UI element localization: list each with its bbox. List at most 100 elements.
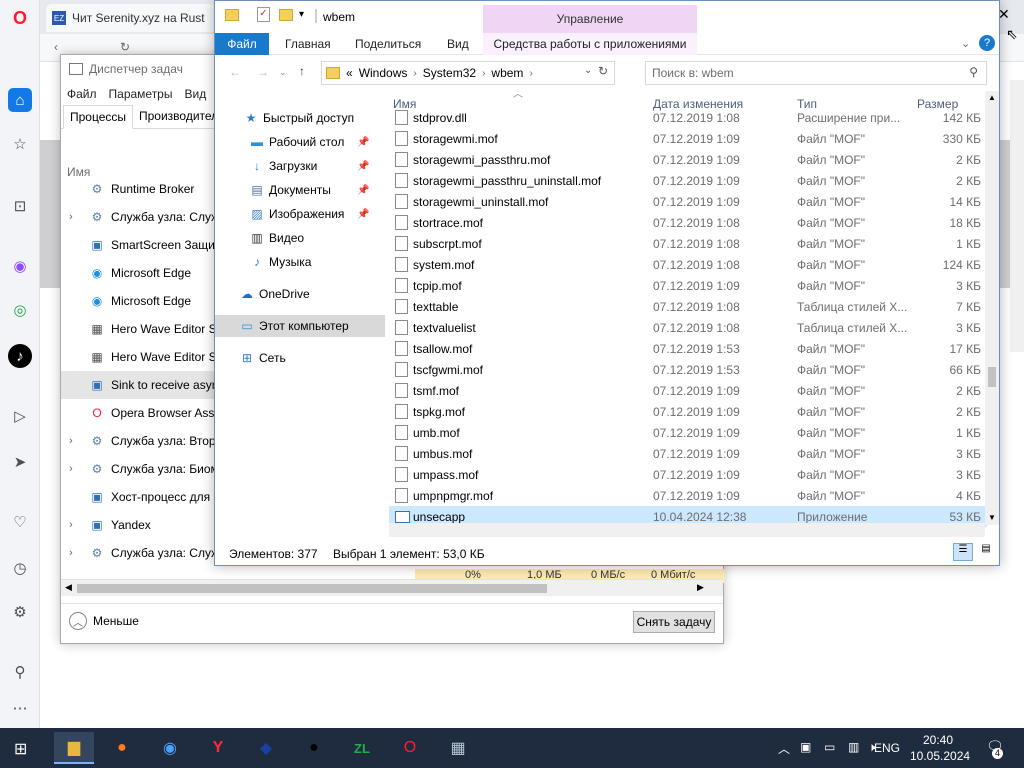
file-row[interactable]: storagewmi_passthru.mof 07.12.2019 1:09 Фа… bbox=[389, 149, 987, 170]
file-row[interactable]: tscfgwmi.mof 07.12.2019 1:53 Файл "MOF" 66 … bbox=[389, 359, 987, 380]
help-icon[interactable]: ? bbox=[979, 35, 995, 51]
reload-icon[interactable]: ↻ bbox=[120, 40, 130, 54]
scroll-down-icon[interactable]: ▼ bbox=[988, 513, 996, 522]
tm-menu-options[interactable]: Параметры bbox=[109, 87, 173, 101]
nav-item[interactable]: ♪ Музыка bbox=[215, 251, 385, 273]
whatsapp-icon[interactable]: ◎ bbox=[8, 298, 32, 322]
file-row[interactable]: storagewmi.mof 07.12.2019 1:09 Файл "MOF" 3… bbox=[389, 128, 987, 149]
start-windows-icon[interactable]: ⊞ bbox=[14, 739, 27, 759]
lightbulb-icon[interactable]: ⚲ bbox=[8, 660, 32, 684]
file-row[interactable]: subscrpt.mof 07.12.2019 1:08 Файл "MOF" 1 К… bbox=[389, 233, 987, 254]
breadcrumb-wbem[interactable]: wbem bbox=[491, 66, 523, 80]
network-icon[interactable]: ▥ bbox=[848, 740, 859, 754]
tm-scroll-thumb[interactable] bbox=[77, 584, 547, 593]
file-row[interactable]: umpnpmgr.mof 07.12.2019 1:09 Файл "MOF" 4 К… bbox=[389, 485, 987, 506]
file-row[interactable]: system.mof 07.12.2019 1:08 Файл "MOF" 124 К… bbox=[389, 254, 987, 275]
new-folder-icon[interactable] bbox=[279, 9, 293, 21]
nav-item[interactable]: ⊞ Сеть bbox=[215, 347, 385, 369]
opera-logo-icon[interactable]: O bbox=[8, 6, 32, 30]
nav-item[interactable]: ▤ Документы 📌 bbox=[215, 179, 385, 201]
expand-chevron-icon[interactable]: › bbox=[69, 435, 73, 447]
tray-overflow-icon[interactable]: ︿ bbox=[778, 740, 790, 757]
history-icon[interactable]: ◷ bbox=[8, 556, 32, 580]
nav-item[interactable]: ▭ Этот компьютер bbox=[215, 315, 385, 337]
scroll-left-icon[interactable]: ◀ bbox=[65, 582, 72, 593]
end-task-button[interactable]: Снять задачу bbox=[633, 611, 715, 633]
details-view-icon[interactable]: ☰ bbox=[953, 543, 973, 561]
file-list-hscrollbar[interactable] bbox=[389, 523, 985, 537]
manage-tab-header[interactable]: Управление bbox=[483, 5, 697, 33]
tray-display-icon[interactable]: ▭ bbox=[824, 740, 835, 754]
home-icon[interactable]: ⌂ bbox=[8, 88, 32, 112]
file-row[interactable]: stortrace.mof 07.12.2019 1:08 Файл "MOF" 18… bbox=[389, 212, 987, 233]
address-bar[interactable]: « Windows › System32 › wbem › ⌄ ↻ bbox=[321, 61, 615, 85]
up-arrow-icon[interactable]: ↑ bbox=[299, 64, 305, 78]
heart-icon[interactable]: ♡ bbox=[8, 510, 32, 534]
dark-app-icon[interactable]: ● bbox=[294, 732, 334, 764]
file-row[interactable]: storagewmi_uninstall.mof 07.12.2019 1:09 Ф… bbox=[389, 191, 987, 212]
search-input[interactable]: Поиск в: wbem ⚲ bbox=[645, 61, 987, 85]
messenger-icon[interactable]: ◉ bbox=[8, 254, 32, 278]
ribbon-tab-app-tools[interactable]: Средства работы с приложениями bbox=[483, 33, 697, 55]
browser-scrollbar[interactable] bbox=[1010, 80, 1024, 352]
fewer-details-button[interactable]: ︿ Меньше bbox=[69, 612, 139, 630]
file-row[interactable]: tsmf.mof 07.12.2019 1:09 Файл "MOF" 2 КБ bbox=[389, 380, 987, 401]
nav-item[interactable]: ▬ Рабочий стол 📌 bbox=[215, 131, 385, 153]
tab-performance[interactable]: Производител bbox=[133, 105, 224, 129]
tm-horizontal-scrollbar[interactable]: ◀ ▶ bbox=[61, 579, 723, 596]
expand-chevron-icon[interactable]: › bbox=[69, 519, 73, 531]
nav-item[interactable]: ▥ Видео bbox=[215, 227, 385, 249]
tab-processes[interactable]: Процессы bbox=[63, 105, 134, 129]
ribbon-tab-view[interactable]: Вид bbox=[447, 33, 469, 55]
refresh-icon[interactable]: ↻ bbox=[598, 64, 608, 78]
tray-app-icon[interactable]: ▣ bbox=[800, 740, 811, 754]
properties-icon[interactable]: ✓ bbox=[257, 7, 270, 22]
tm-menu-view[interactable]: Вид bbox=[184, 87, 206, 101]
file-row[interactable]: storagewmi_passthru_uninstall.mof 07.12.2… bbox=[389, 170, 987, 191]
ribbon-tab-file[interactable]: Файл bbox=[215, 33, 269, 55]
back-icon[interactable]: ‹ bbox=[54, 40, 58, 54]
address-dropdown-icon[interactable]: ⌄ bbox=[584, 65, 592, 76]
breadcrumb-sep-icon[interactable]: › bbox=[482, 68, 485, 79]
file-row[interactable]: tcpip.mof 07.12.2019 1:09 Файл "MOF" 3 КБ bbox=[389, 275, 987, 296]
file-row[interactable]: tsallow.mof 07.12.2019 1:53 Файл "MOF" 17 К… bbox=[389, 338, 987, 359]
breadcrumb-sep-icon[interactable]: › bbox=[529, 68, 532, 79]
network-app-icon[interactable]: ▦ bbox=[438, 732, 478, 764]
firefox-icon[interactable]: ● bbox=[102, 732, 142, 764]
large-icons-view-icon[interactable]: ▤ bbox=[977, 543, 995, 561]
recent-dropdown-icon[interactable]: ⌄ bbox=[279, 67, 287, 78]
scroll-up-icon[interactable]: ▲ bbox=[988, 93, 996, 102]
tm-menu-file[interactable]: Файл bbox=[67, 87, 97, 101]
file-row[interactable]: umbus.mof 07.12.2019 1:09 Файл "MOF" 3 КБ bbox=[389, 443, 987, 464]
address-overflow[interactable]: « bbox=[346, 66, 353, 80]
ribbon-tab-home[interactable]: Главная bbox=[285, 33, 331, 55]
scroll-right-icon[interactable]: ▶ bbox=[697, 582, 704, 593]
star-icon[interactable]: ☆ bbox=[8, 132, 32, 156]
lang-indicator[interactable]: ENG bbox=[874, 741, 900, 755]
file-row[interactable]: textvaluelist 07.12.2019 1:08 Таблица стил… bbox=[389, 317, 987, 338]
chrome-icon[interactable]: ◉ bbox=[150, 732, 190, 764]
shopping-bag-icon[interactable]: ⊡ bbox=[8, 194, 32, 218]
ribbon-expand-icon[interactable]: ⌄ bbox=[961, 37, 970, 50]
send-icon[interactable]: ➤ bbox=[8, 450, 32, 474]
expand-chevron-icon[interactable]: › bbox=[69, 211, 73, 223]
tm-column-name[interactable]: Имя bbox=[67, 165, 90, 179]
nav-item[interactable]: ☁ OneDrive bbox=[215, 283, 385, 305]
player-icon[interactable]: ▷ bbox=[8, 404, 32, 428]
file-list-scroll-thumb[interactable] bbox=[988, 367, 996, 387]
more-icon[interactable]: ⋯ bbox=[8, 696, 32, 720]
file-row[interactable]: umpass.mof 07.12.2019 1:09 Файл "MOF" 3 КБ bbox=[389, 464, 987, 485]
settings-icon[interactable]: ⚙ bbox=[8, 600, 32, 624]
file-list-scrollbar[interactable]: ▲ ▼ bbox=[985, 91, 999, 525]
clock[interactable]: 20:40 10.05.2024 bbox=[910, 732, 970, 764]
ribbon-tab-share[interactable]: Поделиться bbox=[355, 33, 421, 55]
expand-chevron-icon[interactable]: › bbox=[69, 547, 73, 559]
back-arrow-icon[interactable]: ← bbox=[229, 65, 241, 79]
nav-item[interactable]: ★ Быстрый доступ bbox=[215, 107, 385, 129]
file-row[interactable]: stdprov.dll 07.12.2019 1:08 Расширение при… bbox=[389, 107, 987, 128]
breadcrumb-system32[interactable]: System32 bbox=[423, 66, 476, 80]
yandex-browser-icon[interactable]: Y bbox=[198, 732, 238, 764]
opera-icon[interactable]: O bbox=[390, 732, 430, 764]
file-explorer-icon[interactable]: ▆ bbox=[54, 732, 94, 764]
nav-item[interactable]: ▨ Изображения 📌 bbox=[215, 203, 385, 225]
